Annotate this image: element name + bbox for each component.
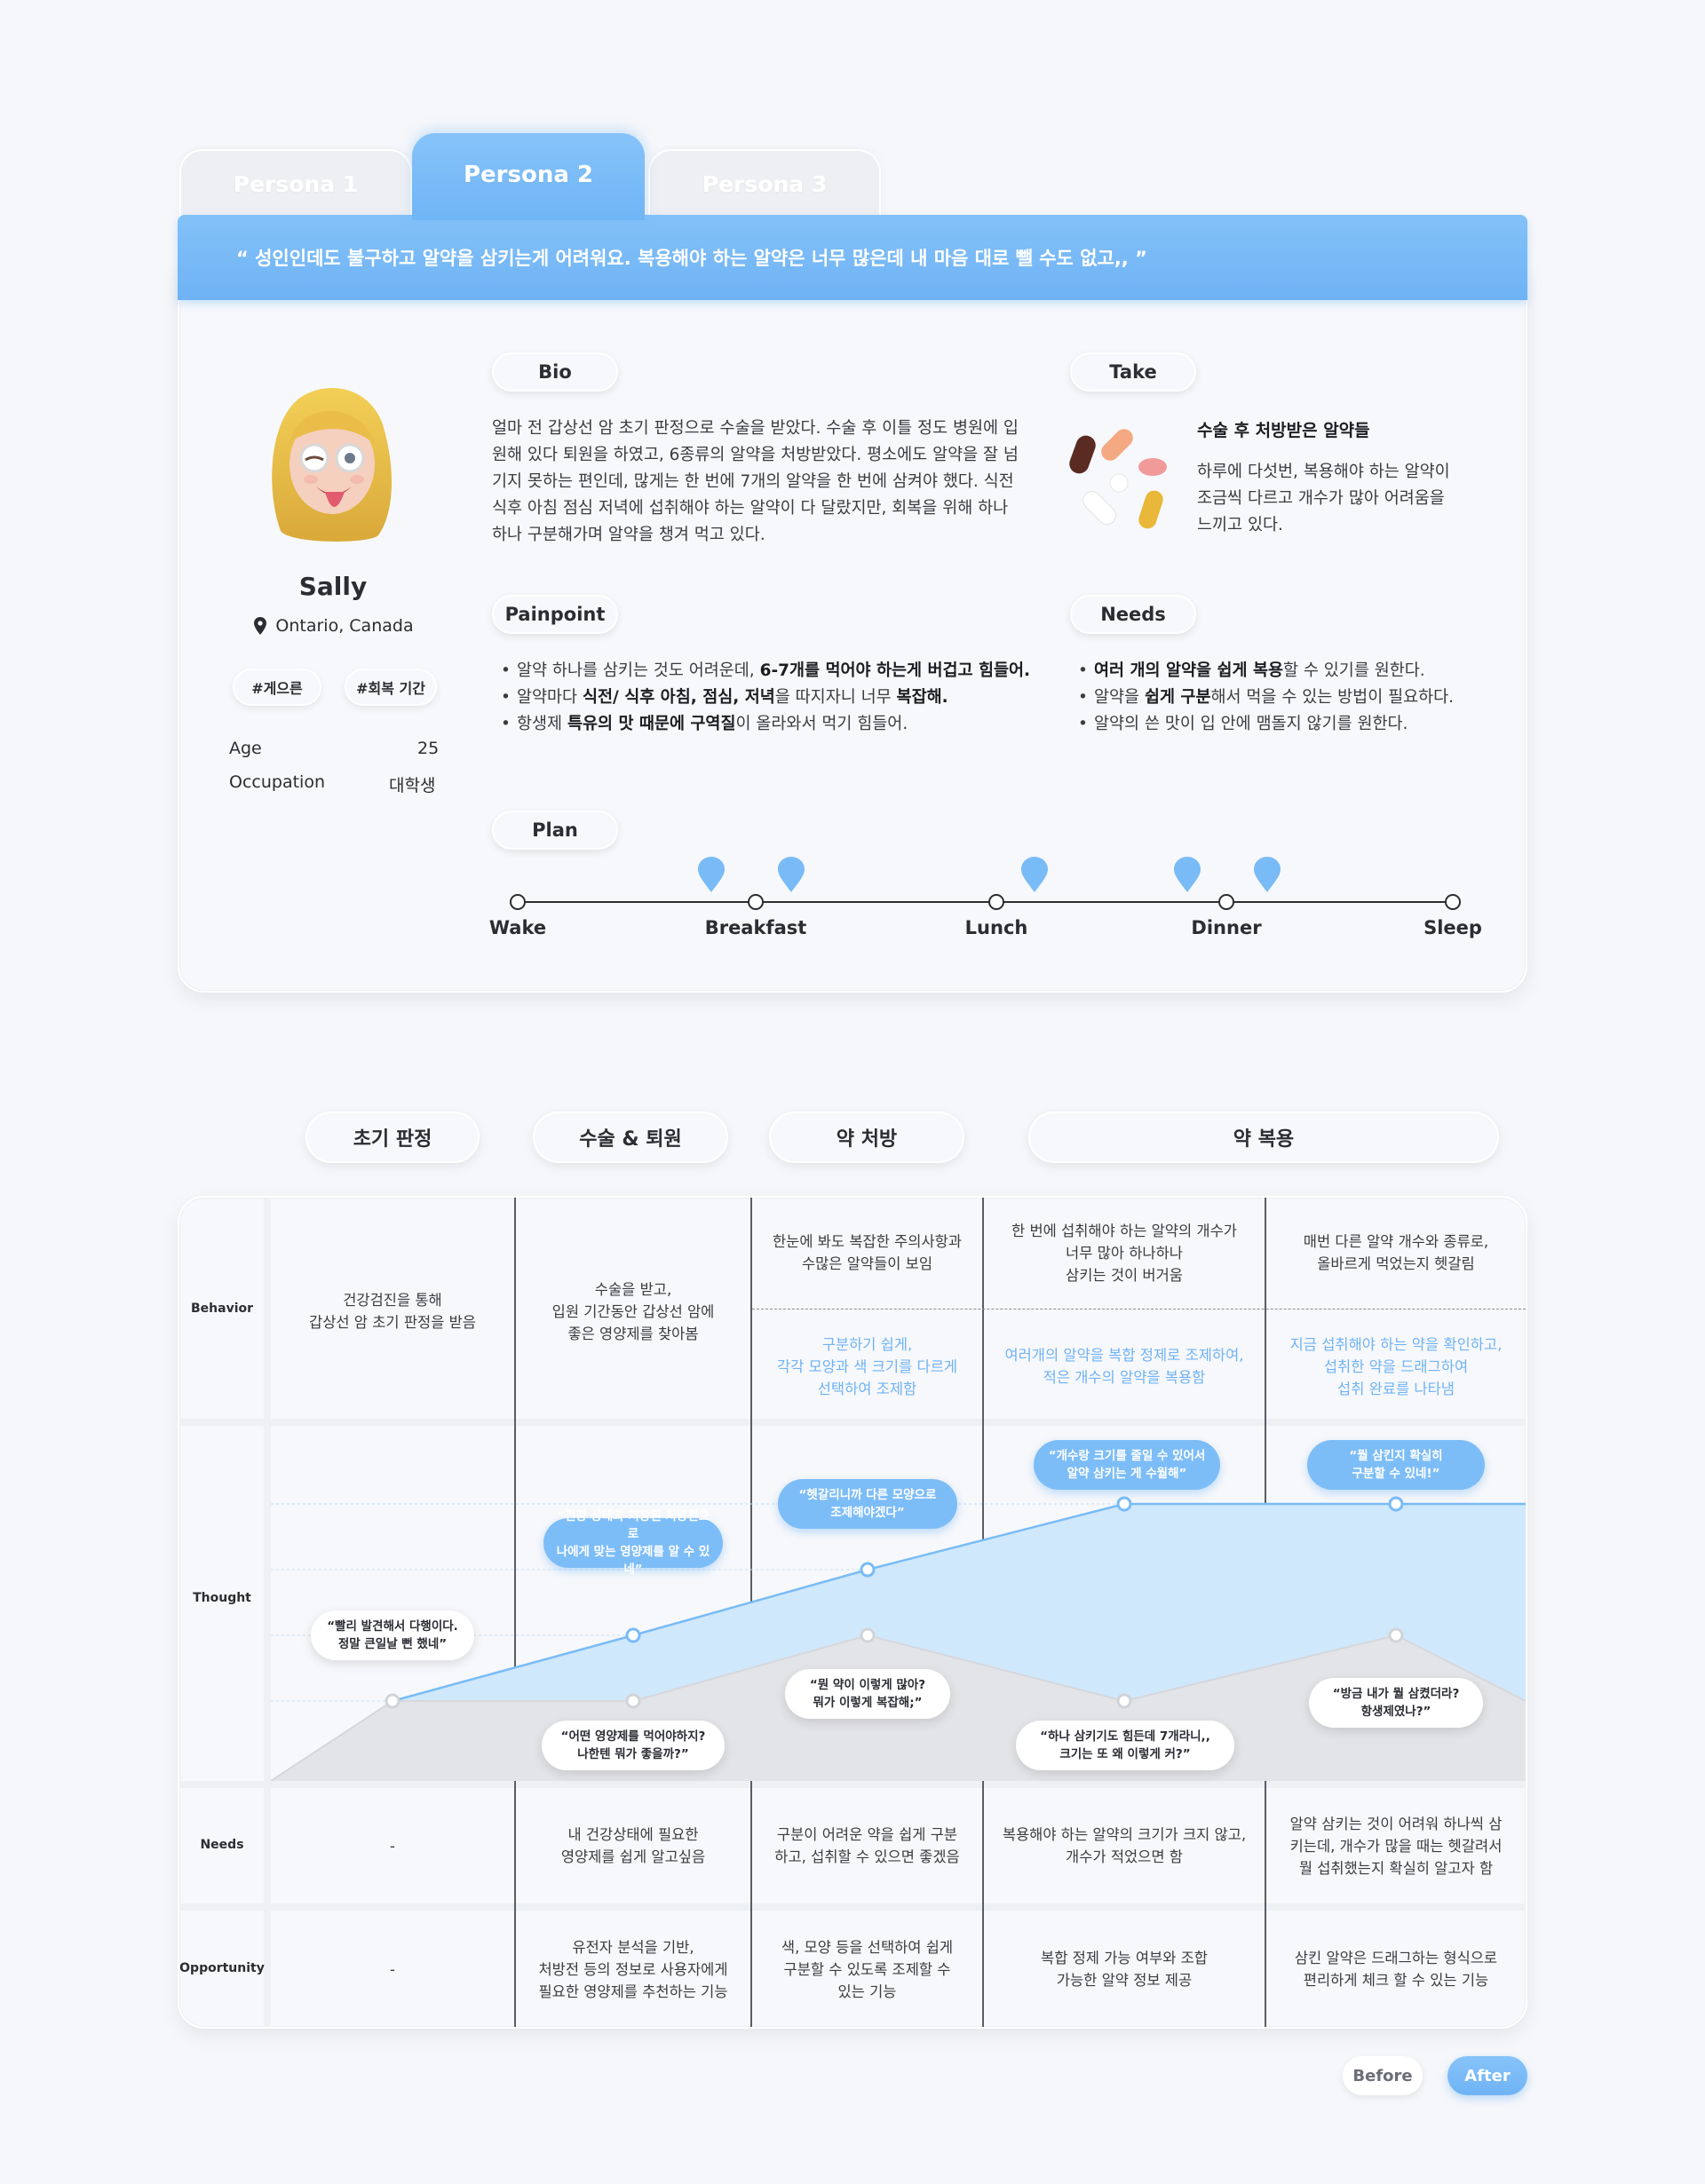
persona-name: Sally xyxy=(298,572,368,601)
bio-text: 얼마 전 갑상선 암 초기 판정으로 수술을 받았다. 수술 후 이틀 정도 병… xyxy=(492,419,1019,544)
row-label-behavior: Behavior xyxy=(190,1302,254,1316)
persona-quote: “ 성인인데도 불구하고 알약을 삼키는게 어려워요. 복용해야 하는 알약은 … xyxy=(178,215,1527,300)
thought-bubble-after: “건강 상태와 저장된 처방전으로 나에게 맞는 영양제를 알 수 있네” xyxy=(543,1509,723,1577)
avatar xyxy=(272,387,393,542)
before-point xyxy=(1116,1693,1132,1709)
take-label: Take xyxy=(1070,352,1196,392)
opportunity-cell: 색, 모양 등을 선택하여 쉽게 구분할 수 있도록 조제할 수 있는 기능 xyxy=(781,1939,954,2000)
needs-list: 여러 개의 알약을 쉽게 복용할 수 있기를 원한다. 알약을 쉽게 구분해서 … xyxy=(1076,658,1494,738)
after-point xyxy=(1388,1496,1404,1512)
take-text: 하루에 다섯번, 복용해야 하는 알약이 조금씩 다르고 개수가 많아 어려움을… xyxy=(1197,463,1450,534)
opportunity-cell: 복합 정제 가능 여부와 조합 가능한 알약 정보 제공 xyxy=(1041,1950,1208,1989)
thought-bubble-after: “헷갈리니까 다른 모양으로 조제해야겠다” xyxy=(778,1479,957,1529)
plan-node-lunch xyxy=(988,894,1004,910)
list-item: 알약의 쓴 맛이 입 안에 맴돌지 않기를 원한다. xyxy=(1076,711,1494,738)
before-toggle-button[interactable]: Before xyxy=(1343,2056,1423,2095)
thought-bubble-after: “뭘 삼킨지 확실히 구분할 수 있네!” xyxy=(1307,1440,1485,1490)
thought-bubble-before: “방금 내가 뭘 삼켰더라? 항생제였나?” xyxy=(1309,1678,1483,1728)
needs-cell: 복용해야 하는 알약의 크기가 크지 않고, 개수가 적었으면 함 xyxy=(1002,1826,1247,1865)
bio-label: Bio xyxy=(492,352,618,392)
list-item: 알약 하나를 삼키는 것도 어려운데, 6-7개를 먹어야 하는게 버겁고 힘들… xyxy=(499,658,1067,684)
plan-label-sleep: Sleep xyxy=(1423,917,1482,938)
location-text: Ontario, Canada xyxy=(275,616,414,636)
occupation-label: Occupation xyxy=(229,772,325,792)
before-point xyxy=(625,1693,641,1709)
behavior-cell: 수술을 받고, 입원 기간동안 갑상선 암에 좋은 영양제를 찾아봄 xyxy=(551,1281,715,1342)
behavior-after-cell: 여러개의 알약을 복합 정제로 조제하여, 적은 개수의 알약을 복용함 xyxy=(1004,1347,1244,1386)
stage-initial-diagnosis: 초기 판정 xyxy=(305,1112,480,1163)
row-label-thought: Thought xyxy=(193,1591,251,1605)
plan-label-lunch: Lunch xyxy=(964,917,1028,938)
list-item: 알약을 쉽게 구분해서 먹을 수 있는 방법이 필요하다. xyxy=(1076,684,1494,711)
location: Ontario, Canada xyxy=(254,616,414,636)
before-point xyxy=(860,1627,876,1643)
list-item: 여러 개의 알약을 쉽게 복용할 수 있기를 원한다. xyxy=(1076,658,1494,684)
opportunity-cell: - xyxy=(390,1961,395,1978)
opportunity-cell: 유전자 분석을 기반, 처방전 등의 정보로 사용자에게 필요한 영양제를 추천… xyxy=(538,1939,728,2000)
row-label-opportunity: Opportunity xyxy=(179,1961,265,1975)
age-value: 25 xyxy=(417,739,440,758)
after-point xyxy=(625,1627,641,1643)
pill-time-marker-icon xyxy=(1174,857,1201,892)
tab-persona-1[interactable]: Persona 1 xyxy=(179,149,412,222)
list-item: 항생제 특유의 맛 때문에 구역질이 올라와서 먹기 힘들어. xyxy=(499,711,1067,738)
thought-bubble-before: “빨리 발견해서 다행이다. 정말 큰일날 뻔 했네” xyxy=(311,1610,474,1660)
occupation-value: 대학생 xyxy=(389,776,436,795)
thought-bubble-after: “개수랑 크기를 줄일 수 있어서 알약 삼키는 게 수월해” xyxy=(1034,1440,1220,1490)
needs-label: Needs xyxy=(1070,595,1196,634)
tab-persona-3[interactable]: Persona 3 xyxy=(648,149,881,222)
behavior-cell: 한눈에 봐도 복잡한 주의사항과 수많은 알약들이 보임 xyxy=(772,1233,963,1272)
plan-label-dinner: Dinner xyxy=(1191,917,1262,938)
thought-bubble-before: “하나 삼키기도 힘든데 7개라니,, 크기는 또 왜 이렇게 커?” xyxy=(1016,1721,1234,1770)
plan-label: Plan xyxy=(492,811,618,850)
plan-node-breakfast xyxy=(748,894,764,910)
plan-node-wake xyxy=(510,894,526,910)
painpoint-label: Painpoint xyxy=(492,595,618,634)
tag-recovery: #회복 기간 xyxy=(345,669,437,706)
after-toggle-button[interactable]: After xyxy=(1447,2056,1527,2095)
tab-persona-2[interactable]: Persona 2 xyxy=(412,133,645,220)
pill-time-marker-icon xyxy=(698,857,725,892)
pill-time-marker-icon xyxy=(1254,857,1281,892)
plan-label-wake: Wake xyxy=(488,917,547,938)
pill-time-marker-icon xyxy=(1021,857,1048,892)
list-item: 알약마다 식전/ 식후 아침, 점심, 저녁을 따지자니 너무 복잡해. xyxy=(499,684,1067,711)
plan-node-sleep xyxy=(1445,894,1461,910)
after-point xyxy=(860,1562,876,1578)
behavior-cell: 매번 다른 알약 개수와 종류로, 올바르게 먹었는지 헷갈림 xyxy=(1303,1233,1489,1272)
plan-timeline xyxy=(517,901,1453,903)
thought-bubble-before: “어떤 영양제를 먹어야하지? 나한텐 뭐가 좋을까?” xyxy=(542,1721,725,1770)
stage-prescription: 약 처방 xyxy=(769,1112,964,1163)
pill-time-marker-icon xyxy=(778,857,805,892)
tag-lazy: #게으른 xyxy=(233,669,321,706)
needs-cell: 알약 삼키는 것이 어려워 하나씩 삼 키는데, 개수가 많을 때는 헷갈려서 … xyxy=(1289,1816,1503,1877)
behavior-after-cell: 지금 섭취해야 하는 약을 확인하고, 섭취한 약을 드래그하여 섭취 완료를 … xyxy=(1289,1336,1503,1397)
location-pin-icon xyxy=(254,617,267,635)
stage-surgery: 수술 & 퇴원 xyxy=(533,1112,728,1163)
stage-medication: 약 복용 xyxy=(1028,1112,1499,1163)
plan-node-dinner xyxy=(1218,894,1234,910)
thought-bubble-before: “뭔 약이 이렇게 많아? 뭐가 이렇게 복잡해;” xyxy=(785,1669,950,1719)
opportunity-cell: 삼킨 알약은 드래그하는 형식으로 편리하게 체크 할 수 있는 기능 xyxy=(1294,1950,1498,1989)
plan-label-breakfast: Breakfast xyxy=(704,917,807,938)
row-divider xyxy=(179,1903,1526,1911)
behavior-cell: 한 번에 섭취해야 하는 알약의 개수가 너무 많아 하나하나 삼키는 것이 버… xyxy=(1011,1223,1237,1284)
painpoint-list: 알약 하나를 삼키는 것도 어려운데, 6-7개를 먹어야 하는게 버겁고 힘들… xyxy=(499,658,1067,738)
before-point xyxy=(1388,1627,1404,1643)
before-after-divider xyxy=(752,1309,1526,1310)
needs-cell: 내 건강상태에 필요한 영양제를 쉽게 알고싶음 xyxy=(560,1826,706,1865)
before-point xyxy=(385,1693,400,1709)
needs-cell: - xyxy=(390,1838,395,1855)
after-point xyxy=(1116,1496,1132,1512)
age-label: Age xyxy=(229,739,262,758)
behavior-cell: 건강검진을 통해 갑상선 암 초기 판정을 받음 xyxy=(309,1292,476,1331)
row-label-needs: Needs xyxy=(200,1838,244,1852)
row-divider xyxy=(179,1419,1526,1426)
take-title: 수술 후 처방받은 알약들 xyxy=(1197,421,1370,440)
pills-icon xyxy=(1069,429,1167,529)
row-divider xyxy=(179,1781,1526,1788)
needs-cell: 구분이 어려운 약을 쉽게 구분 하고, 섭취할 수 있으면 좋겠음 xyxy=(774,1826,960,1865)
behavior-after-cell: 구분하기 쉽게, 각각 모양과 색 크기를 다르게 선택하여 조제함 xyxy=(776,1336,958,1397)
label-column-divider xyxy=(264,1198,271,2027)
